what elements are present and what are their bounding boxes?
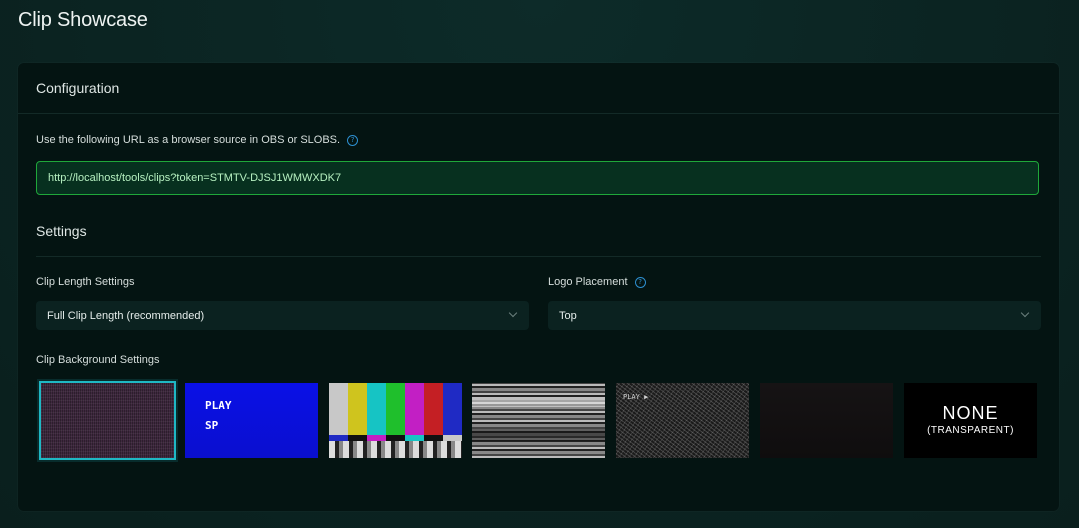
divider — [36, 256, 1041, 257]
background-option-dark-film[interactable] — [760, 383, 893, 458]
question-circle-icon[interactable]: ? — [634, 276, 646, 288]
clip-background-label: Clip Background Settings — [36, 354, 160, 366]
url-description: Use the following URL as a browser sourc… — [36, 134, 359, 146]
chevron-down-icon — [1020, 308, 1030, 318]
question-circle-icon[interactable]: ? — [347, 134, 359, 146]
clip-length-label: Clip Length Settings — [36, 276, 135, 288]
color-bars-graphic — [329, 383, 462, 435]
chevron-down-icon — [508, 308, 518, 318]
browser-source-url-field[interactable]: http://localhost/tools/clips?token=STMTV… — [36, 161, 1039, 195]
background-option-color-bars[interactable] — [329, 383, 462, 458]
configuration-header: Configuration — [18, 63, 1059, 114]
logo-placement-select[interactable]: Top — [548, 301, 1041, 330]
clip-length-select[interactable]: Full Clip Length (recommended) — [36, 301, 529, 330]
background-option-tv-static[interactable]: PLAY ▶ — [616, 383, 749, 458]
background-option-vhs-blue[interactable]: PLAY SP — [185, 383, 318, 458]
settings-title: Settings — [36, 223, 87, 239]
page-title: Clip Showcase — [18, 9, 148, 31]
background-option-gray-static[interactable] — [472, 383, 605, 458]
configuration-title: Configuration — [36, 80, 120, 96]
logo-placement-label: Logo Placement ? — [548, 276, 646, 288]
configuration-card: Configuration Use the following URL as a… — [18, 63, 1059, 511]
background-option-none[interactable]: NONE (TRANSPARENT) — [904, 383, 1037, 458]
background-option-noise-purple[interactable] — [39, 381, 176, 460]
